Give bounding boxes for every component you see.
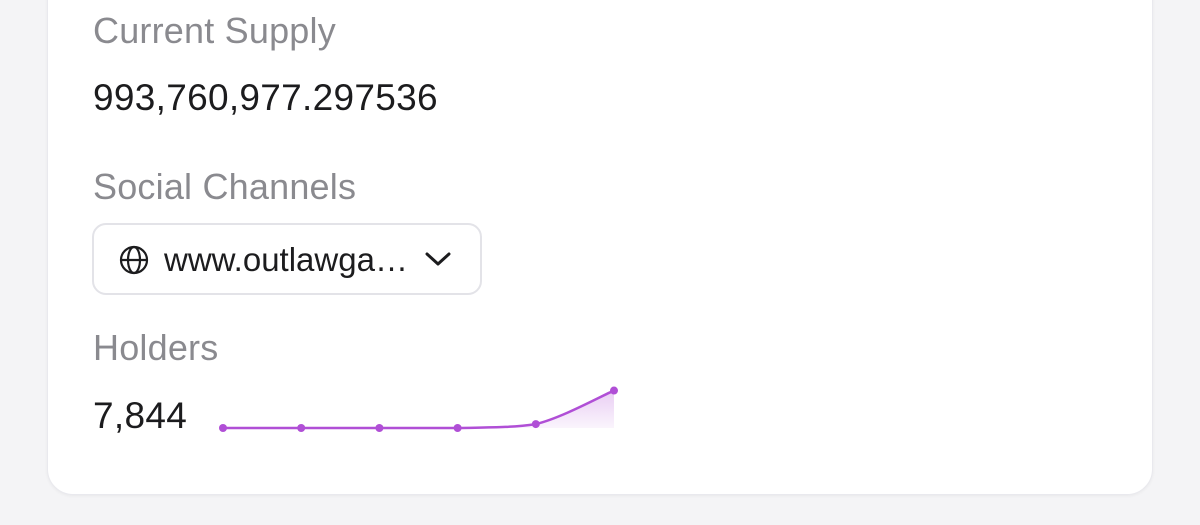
sparkline-point [453,424,462,432]
social-channel-selected: www.outlawga… [164,241,408,278]
sparkline-point [297,424,306,432]
sparkline-point [375,424,384,432]
chevron-down-icon [425,252,451,266]
globe-icon [119,245,149,275]
social-channels-label: Social Channels [93,166,357,207]
holders-value: 7,844 [93,395,188,436]
sparkline-point [531,420,540,429]
holders-label: Holders [93,327,219,368]
social-channels-dropdown[interactable]: www.outlawga… [92,223,482,295]
holders-sparkline [219,386,618,432]
current-supply-value: 993,760,977.297536 [93,77,438,118]
sparkline-point [219,424,227,432]
sparkline-point [610,386,618,395]
current-supply-label: Current Supply [93,10,336,51]
